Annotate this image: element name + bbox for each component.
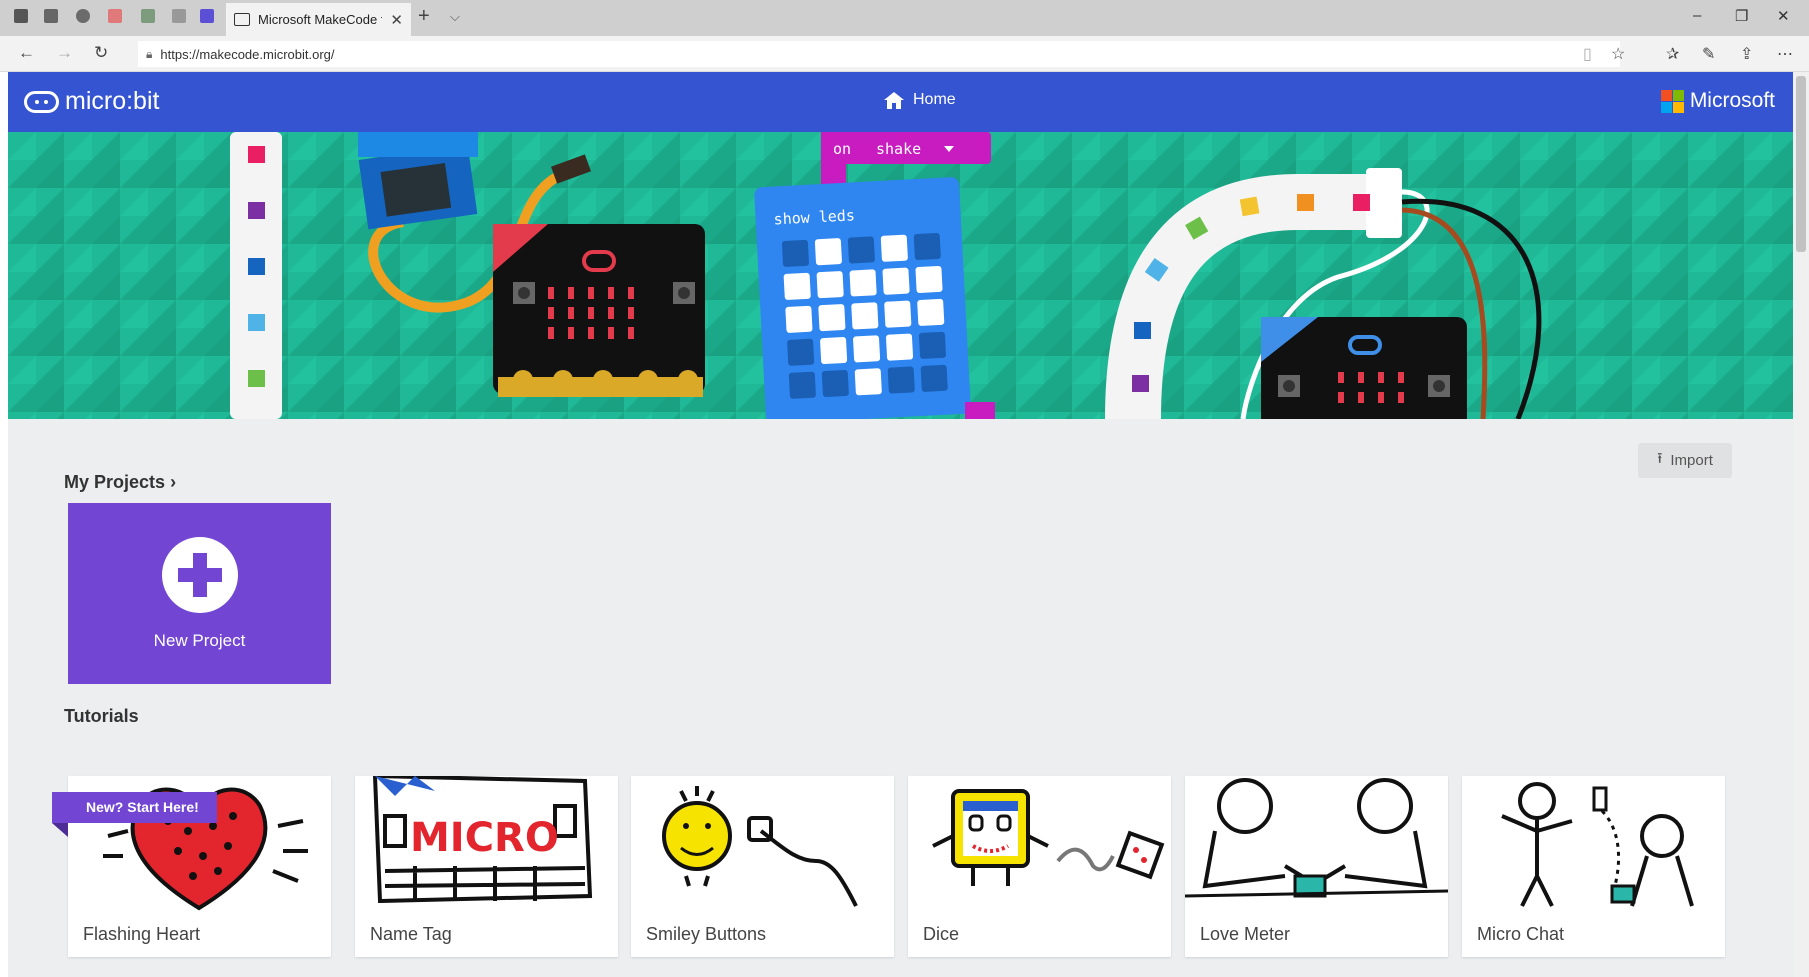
microbit-logo-icon bbox=[24, 90, 59, 113]
tutorial-label: Smiley Buttons bbox=[646, 924, 767, 944]
tutorial-label: Dice bbox=[923, 924, 960, 944]
microsoft-logo-icon bbox=[1660, 89, 1684, 113]
home-label: Home bbox=[913, 91, 956, 108]
brand-name: micro:bit bbox=[65, 87, 160, 115]
minimize-icon[interactable]: – bbox=[1693, 7, 1701, 24]
url-text: https://makecode.microbit.org/ bbox=[160, 46, 335, 62]
microbit-logo[interactable]: micro:bit bbox=[24, 87, 159, 116]
lock-icon: 🔒︎ bbox=[146, 46, 153, 61]
tab-preview-icon[interactable] bbox=[44, 9, 58, 23]
tutorial-card-love-meter[interactable]: Love Meter bbox=[1185, 776, 1448, 957]
favorites-hub-icon[interactable]: ✰ bbox=[1666, 44, 1679, 64]
page-scrollbar[interactable] bbox=[1793, 72, 1809, 977]
pinned-tab-icon[interactable] bbox=[108, 9, 122, 23]
more-icon[interactable]: ⋯ bbox=[1777, 44, 1793, 64]
set-aside-tabs-icon[interactable] bbox=[14, 9, 28, 23]
scrollbar-thumb[interactable] bbox=[1796, 76, 1806, 252]
tutorials-heading: Tutorials bbox=[64, 706, 139, 726]
my-projects-heading[interactable]: My Projects › bbox=[64, 472, 176, 493]
reading-view-icon[interactable]: ▯ bbox=[1583, 44, 1592, 64]
pinned-tab-icon[interactable] bbox=[200, 9, 214, 23]
new-project-label: New Project bbox=[153, 630, 246, 650]
tab-title: Microsoft MakeCode fo bbox=[258, 12, 383, 27]
microsoft-label: Microsoft bbox=[1689, 89, 1775, 112]
share-icon[interactable]: ⇪ bbox=[1740, 44, 1753, 64]
address-bar: ← → ↻ 🔒︎ https://makecode.microbit.org/ … bbox=[0, 36, 1809, 72]
tutorial-card-micro-chat[interactable]: Micro Chat bbox=[1462, 776, 1725, 957]
import-label: Import bbox=[1670, 452, 1713, 469]
close-tab-icon[interactable]: ✕ bbox=[390, 11, 403, 29]
upload-icon: ⭱ bbox=[1657, 450, 1663, 467]
microsoft-link[interactable]: Microsoft bbox=[1660, 89, 1775, 113]
forward-icon[interactable]: → bbox=[56, 43, 73, 63]
makecode-header: micro:bit Home Microsoft bbox=[8, 72, 1793, 132]
tutorial-card-dice[interactable]: Dice bbox=[908, 776, 1171, 957]
chevron-right-icon: › bbox=[170, 472, 177, 492]
pinned-tab-icon[interactable] bbox=[141, 9, 155, 23]
tutorial-card-smiley-buttons[interactable]: Smiley Buttons bbox=[631, 776, 894, 957]
micro-art-text: MICRO bbox=[410, 815, 559, 861]
pen-icon[interactable]: ✎ bbox=[1702, 44, 1715, 64]
new-project-card[interactable]: New Project bbox=[68, 503, 331, 684]
chevron-down-icon[interactable]: ⌵ bbox=[450, 9, 460, 25]
pinned-tab-icon[interactable] bbox=[172, 9, 186, 23]
maximize-icon[interactable]: ❐ bbox=[1735, 7, 1748, 25]
url-field[interactable]: 🔒︎ https://makecode.microbit.org/ bbox=[138, 41, 1620, 67]
import-button[interactable]: ⭱ Import bbox=[1638, 443, 1732, 478]
block-on-text: on bbox=[833, 140, 851, 158]
browser-tab-bar: Microsoft MakeCode fo ✕ + ⌵ – ❐ ✕ bbox=[0, 0, 1809, 36]
refresh-icon[interactable]: ↻ bbox=[94, 43, 108, 63]
pinned-tab-icon[interactable] bbox=[76, 9, 90, 23]
tutorial-label: Love Meter bbox=[1200, 924, 1291, 944]
close-window-icon[interactable]: ✕ bbox=[1777, 7, 1790, 25]
tutorial-label: Flashing Heart bbox=[83, 924, 201, 944]
tutorial-label: Micro Chat bbox=[1477, 924, 1565, 944]
favorite-star-icon[interactable]: ☆ bbox=[1611, 44, 1625, 64]
home-icon bbox=[884, 91, 904, 109]
new-tab-icon[interactable]: + bbox=[418, 5, 430, 28]
block-shake-text: shake bbox=[876, 140, 921, 158]
microbit-favicon-icon bbox=[234, 13, 250, 26]
makecode-home-page: micro:bit Home Microsoft on shake show l… bbox=[8, 72, 1793, 977]
back-icon[interactable]: ← bbox=[18, 43, 35, 63]
hero-banner: on shake show leds bbox=[8, 132, 1793, 419]
new-start-here-ribbon: New? Start Here! bbox=[52, 792, 217, 837]
tutorial-label: Name Tag bbox=[370, 924, 452, 944]
hero-illustration: on shake show leds bbox=[8, 132, 1793, 419]
my-projects-title: My Projects bbox=[64, 472, 166, 492]
tab-makecode[interactable]: Microsoft MakeCode fo ✕ bbox=[226, 3, 411, 36]
plus-circle-icon bbox=[161, 536, 238, 613]
home-link[interactable]: Home bbox=[884, 91, 956, 109]
tutorial-card-name-tag[interactable]: MICRO Name Tag bbox=[355, 776, 618, 957]
